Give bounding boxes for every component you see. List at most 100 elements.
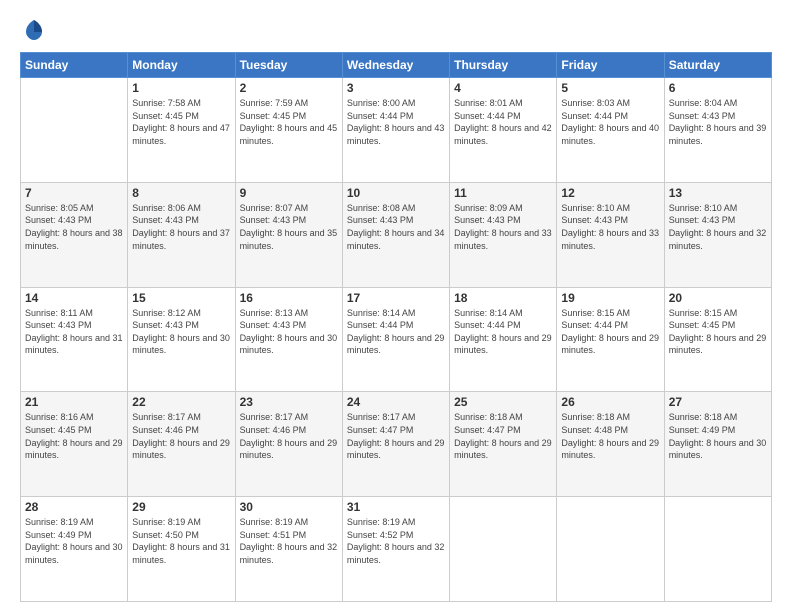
cell-date: 12 [561, 186, 659, 200]
cell-info: Sunrise: 8:01 AMSunset: 4:44 PMDaylight:… [454, 98, 552, 146]
cell-date: 29 [132, 500, 230, 514]
page: Sunday Monday Tuesday Wednesday Thursday… [0, 0, 792, 612]
cell-date: 27 [669, 395, 767, 409]
cell-date: 8 [132, 186, 230, 200]
cell-info: Sunrise: 8:00 AMSunset: 4:44 PMDaylight:… [347, 98, 445, 146]
calendar-week-4: 28 Sunrise: 8:19 AMSunset: 4:49 PMDaylig… [21, 497, 772, 602]
calendar-cell: 19 Sunrise: 8:15 AMSunset: 4:44 PMDaylig… [557, 287, 664, 392]
cell-date: 11 [454, 186, 552, 200]
calendar-cell [21, 78, 128, 183]
col-friday: Friday [557, 53, 664, 78]
cell-date: 21 [25, 395, 123, 409]
cell-info: Sunrise: 8:19 AMSunset: 4:50 PMDaylight:… [132, 517, 230, 565]
cell-info: Sunrise: 8:04 AMSunset: 4:43 PMDaylight:… [669, 98, 767, 146]
calendar-cell: 1 Sunrise: 7:58 AMSunset: 4:45 PMDayligh… [128, 78, 235, 183]
cell-date: 16 [240, 291, 338, 305]
header [20, 16, 772, 44]
calendar-cell: 27 Sunrise: 8:18 AMSunset: 4:49 PMDaylig… [664, 392, 771, 497]
cell-info: Sunrise: 8:18 AMSunset: 4:47 PMDaylight:… [454, 412, 552, 460]
cell-date: 18 [454, 291, 552, 305]
cell-date: 20 [669, 291, 767, 305]
cell-info: Sunrise: 8:17 AMSunset: 4:46 PMDaylight:… [240, 412, 338, 460]
calendar-cell [450, 497, 557, 602]
col-monday: Monday [128, 53, 235, 78]
calendar-cell [664, 497, 771, 602]
cell-date: 7 [25, 186, 123, 200]
calendar-cell: 22 Sunrise: 8:17 AMSunset: 4:46 PMDaylig… [128, 392, 235, 497]
calendar-week-1: 7 Sunrise: 8:05 AMSunset: 4:43 PMDayligh… [21, 182, 772, 287]
cell-info: Sunrise: 8:03 AMSunset: 4:44 PMDaylight:… [561, 98, 659, 146]
cell-info: Sunrise: 7:59 AMSunset: 4:45 PMDaylight:… [240, 98, 338, 146]
cell-info: Sunrise: 8:07 AMSunset: 4:43 PMDaylight:… [240, 203, 338, 251]
col-thursday: Thursday [450, 53, 557, 78]
calendar-cell: 4 Sunrise: 8:01 AMSunset: 4:44 PMDayligh… [450, 78, 557, 183]
calendar-cell: 6 Sunrise: 8:04 AMSunset: 4:43 PMDayligh… [664, 78, 771, 183]
cell-date: 23 [240, 395, 338, 409]
calendar-cell: 11 Sunrise: 8:09 AMSunset: 4:43 PMDaylig… [450, 182, 557, 287]
cell-date: 6 [669, 81, 767, 95]
cell-info: Sunrise: 7:58 AMSunset: 4:45 PMDaylight:… [132, 98, 230, 146]
calendar-week-0: 1 Sunrise: 7:58 AMSunset: 4:45 PMDayligh… [21, 78, 772, 183]
calendar-cell: 13 Sunrise: 8:10 AMSunset: 4:43 PMDaylig… [664, 182, 771, 287]
cell-date: 4 [454, 81, 552, 95]
cell-info: Sunrise: 8:19 AMSunset: 4:49 PMDaylight:… [25, 517, 123, 565]
calendar-cell: 16 Sunrise: 8:13 AMSunset: 4:43 PMDaylig… [235, 287, 342, 392]
cell-info: Sunrise: 8:14 AMSunset: 4:44 PMDaylight:… [347, 308, 445, 356]
cell-date: 25 [454, 395, 552, 409]
calendar-cell: 3 Sunrise: 8:00 AMSunset: 4:44 PMDayligh… [342, 78, 449, 183]
calendar-cell: 21 Sunrise: 8:16 AMSunset: 4:45 PMDaylig… [21, 392, 128, 497]
logo [20, 16, 52, 44]
calendar-week-2: 14 Sunrise: 8:11 AMSunset: 4:43 PMDaylig… [21, 287, 772, 392]
col-saturday: Saturday [664, 53, 771, 78]
calendar-cell: 26 Sunrise: 8:18 AMSunset: 4:48 PMDaylig… [557, 392, 664, 497]
cell-info: Sunrise: 8:16 AMSunset: 4:45 PMDaylight:… [25, 412, 123, 460]
cell-date: 28 [25, 500, 123, 514]
calendar-cell: 24 Sunrise: 8:17 AMSunset: 4:47 PMDaylig… [342, 392, 449, 497]
calendar-cell: 17 Sunrise: 8:14 AMSunset: 4:44 PMDaylig… [342, 287, 449, 392]
calendar-cell: 15 Sunrise: 8:12 AMSunset: 4:43 PMDaylig… [128, 287, 235, 392]
cell-date: 10 [347, 186, 445, 200]
cell-date: 9 [240, 186, 338, 200]
cell-date: 15 [132, 291, 230, 305]
header-row: Sunday Monday Tuesday Wednesday Thursday… [21, 53, 772, 78]
calendar-cell: 9 Sunrise: 8:07 AMSunset: 4:43 PMDayligh… [235, 182, 342, 287]
cell-info: Sunrise: 8:10 AMSunset: 4:43 PMDaylight:… [561, 203, 659, 251]
cell-info: Sunrise: 8:17 AMSunset: 4:46 PMDaylight:… [132, 412, 230, 460]
logo-icon [20, 16, 48, 44]
calendar-cell: 10 Sunrise: 8:08 AMSunset: 4:43 PMDaylig… [342, 182, 449, 287]
cell-info: Sunrise: 8:19 AMSunset: 4:52 PMDaylight:… [347, 517, 445, 565]
cell-info: Sunrise: 8:10 AMSunset: 4:43 PMDaylight:… [669, 203, 767, 251]
cell-info: Sunrise: 8:14 AMSunset: 4:44 PMDaylight:… [454, 308, 552, 356]
calendar-cell: 23 Sunrise: 8:17 AMSunset: 4:46 PMDaylig… [235, 392, 342, 497]
calendar-cell: 31 Sunrise: 8:19 AMSunset: 4:52 PMDaylig… [342, 497, 449, 602]
cell-date: 22 [132, 395, 230, 409]
cell-date: 14 [25, 291, 123, 305]
cell-info: Sunrise: 8:09 AMSunset: 4:43 PMDaylight:… [454, 203, 552, 251]
cell-info: Sunrise: 8:06 AMSunset: 4:43 PMDaylight:… [132, 203, 230, 251]
calendar-cell: 12 Sunrise: 8:10 AMSunset: 4:43 PMDaylig… [557, 182, 664, 287]
calendar-cell: 29 Sunrise: 8:19 AMSunset: 4:50 PMDaylig… [128, 497, 235, 602]
cell-info: Sunrise: 8:18 AMSunset: 4:49 PMDaylight:… [669, 412, 767, 460]
calendar-cell [557, 497, 664, 602]
cell-info: Sunrise: 8:19 AMSunset: 4:51 PMDaylight:… [240, 517, 338, 565]
cell-info: Sunrise: 8:15 AMSunset: 4:45 PMDaylight:… [669, 308, 767, 356]
calendar-cell: 30 Sunrise: 8:19 AMSunset: 4:51 PMDaylig… [235, 497, 342, 602]
calendar-table: Sunday Monday Tuesday Wednesday Thursday… [20, 52, 772, 602]
calendar-cell: 28 Sunrise: 8:19 AMSunset: 4:49 PMDaylig… [21, 497, 128, 602]
calendar-week-3: 21 Sunrise: 8:16 AMSunset: 4:45 PMDaylig… [21, 392, 772, 497]
cell-date: 17 [347, 291, 445, 305]
cell-info: Sunrise: 8:18 AMSunset: 4:48 PMDaylight:… [561, 412, 659, 460]
cell-date: 19 [561, 291, 659, 305]
cell-date: 31 [347, 500, 445, 514]
cell-info: Sunrise: 8:05 AMSunset: 4:43 PMDaylight:… [25, 203, 123, 251]
cell-date: 26 [561, 395, 659, 409]
calendar-cell: 18 Sunrise: 8:14 AMSunset: 4:44 PMDaylig… [450, 287, 557, 392]
cell-info: Sunrise: 8:15 AMSunset: 4:44 PMDaylight:… [561, 308, 659, 356]
calendar-cell: 2 Sunrise: 7:59 AMSunset: 4:45 PMDayligh… [235, 78, 342, 183]
col-wednesday: Wednesday [342, 53, 449, 78]
calendar-cell: 14 Sunrise: 8:11 AMSunset: 4:43 PMDaylig… [21, 287, 128, 392]
calendar-cell: 5 Sunrise: 8:03 AMSunset: 4:44 PMDayligh… [557, 78, 664, 183]
cell-info: Sunrise: 8:17 AMSunset: 4:47 PMDaylight:… [347, 412, 445, 460]
calendar-cell: 25 Sunrise: 8:18 AMSunset: 4:47 PMDaylig… [450, 392, 557, 497]
calendar-cell: 20 Sunrise: 8:15 AMSunset: 4:45 PMDaylig… [664, 287, 771, 392]
